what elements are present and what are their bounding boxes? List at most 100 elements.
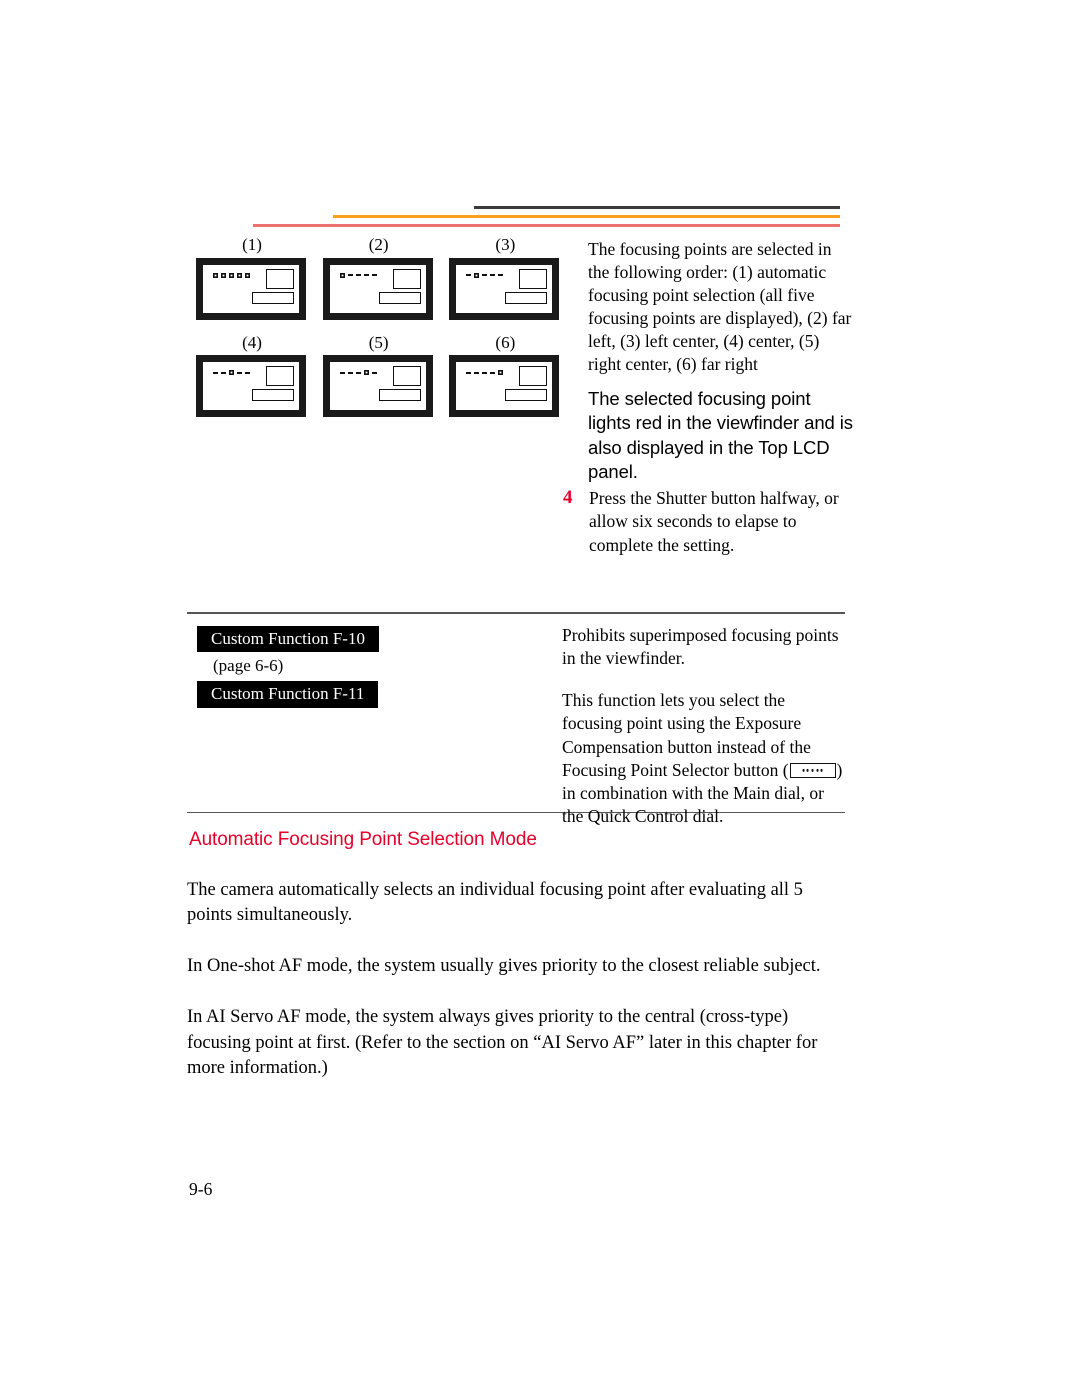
step-number: 4 bbox=[563, 487, 573, 508]
cf-description-column: Prohibits superimposed focusing points i… bbox=[562, 624, 847, 829]
focus-order-paragraph: The focusing points are selected in the … bbox=[588, 239, 852, 375]
focus-point-dash-3 bbox=[355, 372, 361, 374]
focus-point-strip-1 bbox=[213, 272, 250, 278]
focus-point-dash-5 bbox=[371, 274, 377, 276]
lcd-panel-2 bbox=[322, 257, 433, 320]
lcd-screen-3 bbox=[456, 264, 553, 313]
lcd-display-box-bottom-2 bbox=[378, 291, 421, 304]
cf-f11-description: This function lets you select the focusi… bbox=[562, 689, 847, 829]
focus-point-dash-4 bbox=[363, 274, 369, 276]
focus-point-square-4 bbox=[237, 272, 242, 278]
lcd-screen-6 bbox=[456, 362, 553, 411]
cf-page-reference: (page 6-6) bbox=[213, 656, 284, 676]
focus-point-dash-5 bbox=[245, 372, 250, 374]
cf-description-gap bbox=[562, 670, 847, 689]
focus-point-square-5 bbox=[498, 370, 504, 376]
lcd-display-box-bottom-6 bbox=[505, 389, 548, 402]
lcd-display-box-top-2 bbox=[392, 268, 421, 289]
focus-point-dash-4 bbox=[237, 372, 242, 374]
focus-point-dash-4 bbox=[490, 372, 496, 374]
focus-point-dash-5 bbox=[371, 372, 377, 374]
figure-cell-4: (4) bbox=[196, 332, 323, 418]
figure-caption-2: (2) bbox=[368, 235, 389, 254]
header-rule-red bbox=[253, 224, 840, 227]
section-body: The camera automatically selects an indi… bbox=[187, 878, 847, 1107]
focus-point-dash-2 bbox=[347, 372, 353, 374]
lcd-display-box-top-5 bbox=[392, 366, 421, 387]
focus-point-dash-3 bbox=[355, 274, 361, 276]
focus-point-dash-1 bbox=[466, 372, 472, 374]
focus-point-dash-2 bbox=[474, 372, 480, 374]
selected-point-callout: The selected focusing point lights red i… bbox=[588, 387, 853, 483]
focus-point-square-1 bbox=[339, 272, 345, 278]
section-paragraph-3: In AI Servo AF mode, the system always g… bbox=[187, 1007, 818, 1078]
lcd-screen-5 bbox=[329, 362, 426, 411]
focus-point-dash-3 bbox=[482, 274, 488, 276]
figure-caption-3: (3) bbox=[495, 235, 516, 254]
lcd-display-box-bottom-1 bbox=[252, 291, 294, 304]
cf-label-column: Custom Function F-10 (page 6-6) Custom F… bbox=[197, 625, 527, 708]
figure-caption-4: (4) bbox=[242, 332, 262, 352]
lcd-display-box-top-1 bbox=[266, 268, 294, 289]
figure-caption-5: (5) bbox=[368, 332, 389, 352]
lcd-display-box-bottom-3 bbox=[505, 291, 548, 304]
lcd-panel-6 bbox=[449, 355, 560, 418]
focus-point-square-3 bbox=[229, 370, 234, 376]
cf-f11-text-before: This function lets you select the focusi… bbox=[562, 690, 811, 780]
section-paragraph-2: In One-shot AF mode, the system usually … bbox=[187, 956, 821, 977]
focus-point-dash-1 bbox=[339, 372, 345, 374]
focus-point-square-1 bbox=[213, 272, 218, 278]
focus-point-dash-1 bbox=[466, 274, 472, 276]
lcd-panel-1 bbox=[196, 257, 306, 320]
focus-point-dash-2 bbox=[221, 372, 226, 374]
lcd-panel-5 bbox=[322, 355, 433, 418]
section-paragraph-1: The camera automatically selects an indi… bbox=[187, 880, 803, 926]
focus-point-square-5 bbox=[245, 272, 250, 278]
focus-point-square-3 bbox=[229, 272, 234, 278]
focus-point-square-4 bbox=[363, 370, 369, 376]
step-text: Press the Shutter button halfway, or all… bbox=[589, 488, 839, 555]
custom-function-section: Custom Function F-10 (page 6-6) Custom F… bbox=[187, 612, 845, 826]
figure-cell-5: (5) bbox=[322, 332, 450, 418]
focus-point-square-2 bbox=[221, 272, 226, 278]
lcd-panel-4 bbox=[196, 355, 306, 418]
page-section-heading: Automatic Focusing Point Selection Mode bbox=[189, 829, 537, 850]
focus-point-dash-5 bbox=[498, 274, 504, 276]
lcd-display-box-top-4 bbox=[266, 366, 294, 387]
figure-cell-6: (6) bbox=[449, 332, 576, 418]
focus-point-dash-1 bbox=[213, 372, 218, 374]
lcd-display-box-bottom-4 bbox=[252, 389, 294, 402]
lcd-screen-2 bbox=[329, 264, 426, 313]
header-decorative-rules bbox=[0, 206, 1080, 232]
lcd-screen-1 bbox=[203, 264, 299, 313]
figure-cell-2: (2) bbox=[322, 235, 450, 320]
focusing-point-selector-button-icon bbox=[789, 762, 836, 778]
figure-cell-1: (1) bbox=[196, 235, 323, 320]
lcd-panel-figure-grid: (1) (2) (3) (4) (5) (6) bbox=[196, 235, 576, 418]
lcd-panel-3 bbox=[449, 257, 560, 320]
focus-point-dash-4 bbox=[490, 274, 496, 276]
focus-point-strip-2 bbox=[339, 272, 377, 278]
focus-point-dash-3 bbox=[482, 372, 488, 374]
step-text-column: The focusing points are selected in the … bbox=[588, 238, 856, 485]
lcd-display-box-top-3 bbox=[519, 268, 548, 289]
cf-f10-tag: Custom Function F-10 bbox=[197, 625, 379, 653]
lcd-display-box-top-6 bbox=[519, 366, 548, 387]
figure-cell-3: (3) bbox=[449, 235, 576, 320]
lcd-screen-4 bbox=[203, 362, 299, 411]
cf-body: Custom Function F-10 (page 6-6) Custom F… bbox=[187, 614, 845, 826]
figure-row-top: (1) (2) (3) bbox=[196, 235, 576, 320]
focus-point-strip-5 bbox=[339, 370, 377, 376]
focus-point-strip-3 bbox=[466, 272, 504, 278]
cf-f11-tag: Custom Function F-11 bbox=[197, 681, 379, 708]
figure-caption-6: (6) bbox=[495, 332, 516, 352]
header-rule-black bbox=[474, 206, 840, 209]
focus-point-strip-6 bbox=[466, 370, 504, 376]
step-4-item: 4 Press the Shutter button halfway, or a… bbox=[563, 487, 856, 557]
figure-caption-1: (1) bbox=[242, 235, 262, 254]
figure-row-bottom: (4) (5) (6) bbox=[196, 332, 576, 418]
focus-point-strip-4 bbox=[213, 370, 250, 376]
cf-f10-description: Prohibits superimposed focusing points i… bbox=[562, 624, 839, 668]
page-number: 9-6 bbox=[189, 1179, 213, 1199]
focus-point-dash-2 bbox=[347, 274, 353, 276]
